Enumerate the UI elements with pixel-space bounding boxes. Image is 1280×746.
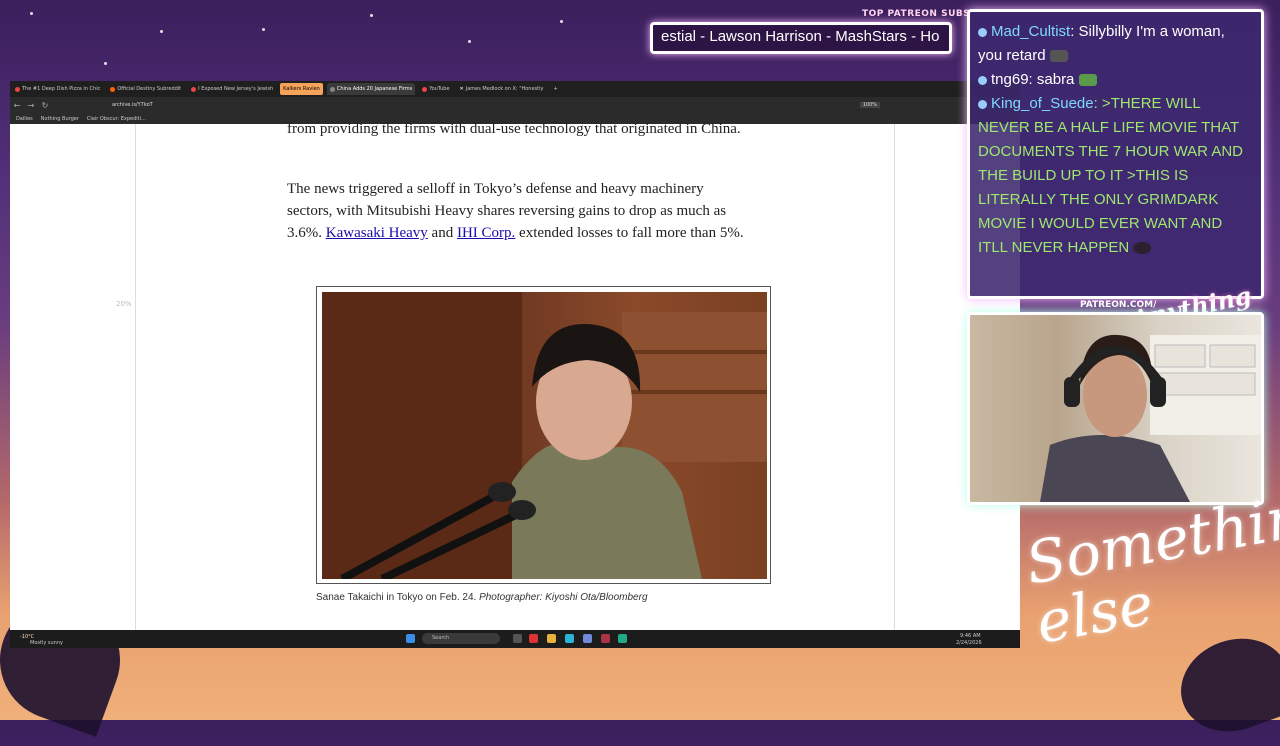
browser-window: The #1 Deep Dish Pizza in Chic Official …	[10, 81, 1020, 648]
star-decoration	[468, 40, 471, 43]
bookmark-nothing-burger[interactable]: Nothing Burger	[41, 116, 79, 122]
link-kawasaki-heavy[interactable]: Kawasaki Heavy	[326, 225, 428, 241]
youtube-icon	[191, 86, 197, 92]
emote-icon	[1133, 242, 1152, 255]
tab-pizza[interactable]: The #1 Deep Dish Pizza in Chic	[12, 83, 103, 95]
page-content: 20% from providing the firms with dual-u…	[10, 121, 1020, 630]
chat-username: King_of_Suede	[991, 95, 1094, 112]
something-else-logo: Something else	[1020, 475, 1280, 657]
ticker-text: estial - Lawson Harrison - MashStars - H…	[661, 28, 940, 45]
forward-icon[interactable]: →	[24, 101, 38, 110]
start-icon[interactable]	[406, 634, 415, 643]
star-decoration	[560, 20, 563, 23]
bookmark-dailies[interactable]: Dailies	[16, 116, 33, 122]
chat-message: Mad_Cultist: Sillybilly I'm a woman, you…	[978, 23, 1225, 64]
tab-bar: The #1 Deep Dish Pizza in Chic Official …	[10, 81, 1020, 97]
tab-medlock[interactable]: ✕ James Medlock on X: "Honestly	[457, 83, 547, 95]
figure-caption: Sanae Takaichi in Tokyo on Feb. 24. Phot…	[316, 592, 648, 603]
star-decoration	[262, 28, 265, 31]
chat-username: tng69	[991, 71, 1029, 88]
palm-decoration	[1167, 623, 1280, 746]
star-decoration	[370, 14, 373, 17]
windows-taskbar: -10°C Mostly sunny Search 9:46 AM 2/24/2…	[10, 630, 1020, 648]
chat-username: Mad_Cultist	[991, 23, 1071, 40]
tab-china-article[interactable]: China Adds 20 Japanese Firms	[326, 83, 416, 95]
reload-icon[interactable]: ↻	[38, 101, 52, 110]
star-decoration	[30, 12, 33, 15]
stream-overlay: { "overlay": { "ticker_title": "TOP PATR…	[0, 0, 1280, 746]
app-icon[interactable]	[565, 634, 574, 643]
tab-kalkers[interactable]: Kalkers Ravien	[280, 83, 323, 95]
clock-date: 2/24/2026	[956, 640, 982, 646]
obs-icon[interactable]	[601, 634, 610, 643]
webcam-illustration	[1040, 334, 1261, 502]
new-tab-button[interactable]: +	[550, 83, 560, 95]
folder-icon[interactable]	[547, 634, 556, 643]
pepe-emote-icon	[1078, 74, 1097, 87]
back-icon[interactable]: ←	[10, 101, 24, 110]
zoom-indicator[interactable]: 100%	[859, 102, 880, 108]
article-photo	[322, 292, 767, 579]
bookmark-clair-obscur[interactable]: Clair Obscur: Expediti...	[87, 116, 146, 122]
app-icon-2[interactable]	[618, 634, 627, 643]
patreon-ticker: estial - Lawson Harrison - MashStars - H…	[650, 22, 952, 54]
discord-icon[interactable]	[583, 634, 592, 643]
archive-icon	[329, 86, 335, 92]
chat-badge-icon	[978, 75, 987, 85]
paragraph-2: The news triggered a selloff in Tokyo’s …	[287, 181, 744, 241]
ticker-title: TOP PATREON SUBS	[862, 9, 971, 19]
article-figure	[316, 286, 771, 584]
tab-youtube[interactable]: YouTube	[419, 83, 452, 95]
browser-icon[interactable]	[529, 634, 538, 643]
chat-badge-icon	[978, 27, 987, 37]
side-label: 20%	[116, 300, 132, 308]
taskbar-search[interactable]: Search	[422, 633, 500, 644]
x-icon: ✕	[459, 86, 464, 92]
youtube-icon	[422, 86, 428, 92]
url-input[interactable]: archive.is/Y7koT	[112, 102, 153, 108]
emote-icon	[1049, 50, 1068, 63]
webcam-feed	[967, 312, 1264, 505]
youtube-icon	[15, 86, 20, 92]
star-decoration	[160, 30, 163, 33]
star-decoration	[104, 62, 107, 65]
reddit-icon	[110, 86, 116, 92]
chat-badge-icon	[978, 99, 987, 109]
chat-message: King_of_Suede: >THERE WILL NEVER BE A HA…	[978, 95, 1244, 256]
weather-desc: Mostly sunny	[30, 640, 63, 646]
stream-chat: Mad_Cultist: Sillybilly I'm a woman, you…	[967, 9, 1264, 299]
photo-illustration	[322, 292, 767, 579]
paragraph-1: from providing the firms with dual-use t…	[287, 121, 741, 137]
address-bar: ← → ↻ archive.is/Y7koT 100%	[10, 97, 1020, 113]
task-view-icon[interactable]	[513, 634, 522, 643]
link-ihi-corp[interactable]: IHI Corp.	[457, 225, 515, 241]
tab-destiny[interactable]: Official Destiny Subreddit	[107, 83, 184, 95]
tab-exposed[interactable]: I Exposed New Jersey's Jewish	[188, 83, 276, 95]
chat-message: tng69: sabra	[978, 68, 1253, 92]
